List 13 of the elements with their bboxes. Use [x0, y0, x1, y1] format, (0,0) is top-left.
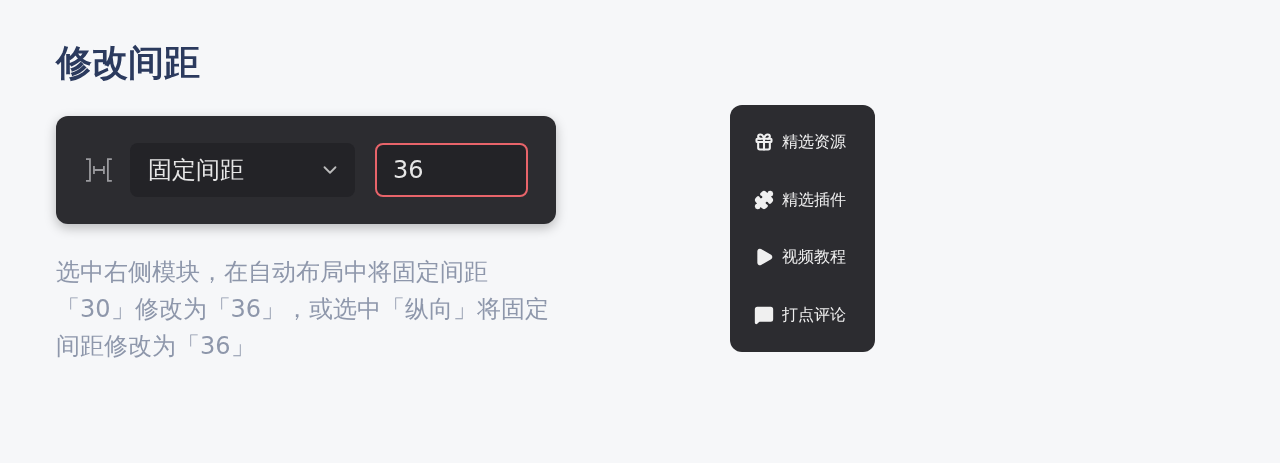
menu-item[interactable]: 精选资源	[754, 129, 875, 154]
menu-item[interactable]: 打点评论	[754, 303, 875, 328]
spacing-icon	[84, 157, 114, 183]
gift-icon	[754, 131, 774, 152]
spacing-mode-dropdown[interactable]: 固定间距	[129, 143, 355, 197]
page-title: 修改间距	[56, 41, 201, 85]
speech-bubble-icon	[754, 305, 774, 326]
menu-item[interactable]: 精选插件	[754, 187, 875, 212]
play-icon	[754, 247, 774, 268]
spacing-value-field[interactable]: 36	[375, 143, 528, 197]
menu-item[interactable]: 视频教程	[754, 245, 875, 270]
instruction-text: 选中右侧模块，在自动布局中将固定间距「30」修改为「36」，或选中「纵向」将固定间距修改为「36」	[56, 257, 551, 362]
puzzle-piece-icon	[754, 189, 774, 210]
